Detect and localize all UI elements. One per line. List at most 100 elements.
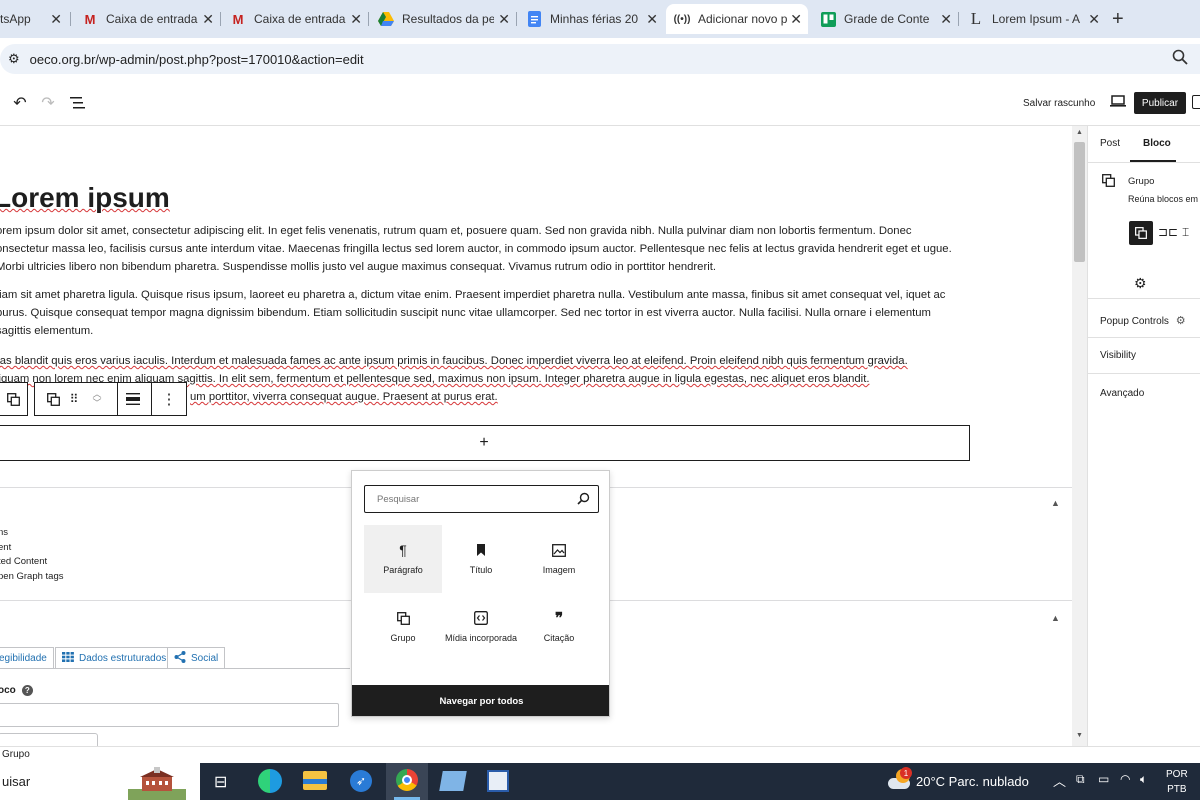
tab-trello[interactable]: Grade de Conte ✕ [812,4,958,34]
publish-button[interactable]: Publicar [1134,92,1186,114]
document-overview-icon[interactable] [64,90,92,116]
popup-controls-panel[interactable]: Popup Controls ⚙ [1100,314,1186,327]
meta-item[interactable]: pen Graph tags [0,570,64,585]
settings-panel-icon[interactable] [1192,95,1200,109]
more-options-icon[interactable]: ⋮ [155,383,183,415]
close-icon[interactable]: ✕ [498,11,510,28]
tab-active-wp[interactable]: ((•)) Adicionar novo p ✕ [666,4,808,34]
collapse-icon[interactable]: ▲ [1051,498,1060,508]
save-draft-button[interactable]: Salvar rascunho [1023,98,1095,109]
meta-item[interactable]: ted Content [0,555,64,570]
tab-title: Resultados da pe [402,12,494,26]
taskbar-search[interactable]: uisar [0,763,200,800]
meet-now-icon[interactable]: ⧉ [1076,772,1085,787]
snipping-tool-icon[interactable] [487,770,509,792]
file-explorer-icon[interactable] [303,771,327,790]
editor-canvas: Lorem ipsum orem ipsum dolor sit amet, c… [0,126,1072,746]
advanced-panel[interactable]: Avançado [1100,388,1144,399]
site-settings-icon[interactable]: ⚙ [8,51,20,67]
variation-row-icon[interactable]: ⊐⊏ [1158,225,1178,239]
inserter-item-group[interactable]: Grupo [364,593,442,661]
notes-app-icon[interactable] [439,771,467,791]
meta-item[interactable]: ent [0,541,64,556]
tab-title: Adicionar novo p [698,12,788,26]
inserter-item-paragraph[interactable]: ¶ Parágrafo [364,525,442,593]
volume-icon[interactable]: 🔈︎ [1140,772,1147,787]
drag-handle-icon[interactable]: ⠿ [65,383,83,415]
lipsum-icon: L [970,9,982,28]
inserter-item-image[interactable]: Imagem [520,525,598,593]
tab-gmail-2[interactable]: M Caixa de entrada ✕ [222,4,368,34]
inserter-item-quote[interactable]: ❞ Citação [520,593,598,661]
scrollbar-thumb[interactable] [1074,142,1085,262]
close-icon[interactable]: ✕ [940,11,952,28]
new-tab-button[interactable]: + [1112,8,1124,31]
canvas-scrollbar[interactable]: ▲ ▼ [1072,126,1087,746]
tab-drive[interactable]: Resultados da pe ✕ [370,4,516,34]
close-icon[interactable]: ✕ [202,11,214,28]
task-view-icon[interactable]: ⊟ [214,772,227,792]
safari-like-icon[interactable]: ➶ [350,770,372,792]
meta-item[interactable]: ns [0,526,64,541]
paragraph-block-1[interactable]: orem ipsum dolor sit amet, consectetur a… [0,222,966,276]
zoom-icon[interactable] [1172,49,1188,69]
tab-block[interactable]: Bloco [1143,138,1171,149]
search-highlight-icon [128,767,186,800]
breadcrumb-item[interactable]: Grupo [2,749,30,760]
paragraph-block-2[interactable]: tiam sit amet pharetra ligula. Quisque r… [0,286,966,340]
chevron-up-icon[interactable]: ︿ [1053,771,1066,790]
parent-block-toolbar [0,382,28,416]
close-icon[interactable]: ✕ [646,11,658,28]
move-up-down-icon[interactable]: ︿ ﹀ [87,383,107,415]
tab-whatsapp[interactable]: tsApp ✕ [0,4,68,34]
tab-title: Minhas férias 20 [550,12,639,26]
group-icon[interactable] [0,383,26,415]
collapse-icon[interactable]: ▲ [1051,613,1060,623]
secondary-button[interactable] [0,733,98,746]
inserter-item-heading[interactable]: Título [442,525,520,593]
close-icon[interactable]: ✕ [790,11,802,28]
align-icon[interactable] [119,383,147,415]
weather-icon[interactable]: 1 [886,767,912,793]
edge-icon[interactable] [258,769,282,793]
chrome-taskbar-button[interactable] [386,763,428,800]
visibility-panel[interactable]: Visibility [1100,350,1136,361]
gear-icon[interactable]: ⚙ [1134,275,1147,292]
close-icon[interactable]: ✕ [1088,11,1100,28]
url-text[interactable]: oeco.org.br/wp-admin/post.php?post=17001… [30,52,364,67]
browse-all-button[interactable]: Navegar por todos [352,685,609,716]
preview-icon[interactable] [1110,95,1126,113]
tab-social[interactable]: Social [167,647,226,669]
battery-icon[interactable]: ▭ [1098,772,1109,786]
url-box[interactable]: ⚙ oeco.org.br/wp-admin/post.php?post=170… [0,44,1200,74]
close-icon[interactable]: ✕ [50,11,62,28]
tab-docs[interactable]: Minhas férias 20 ✕ [518,4,664,34]
add-block-button[interactable]: + [0,425,970,461]
wifi-icon[interactable]: ◠ [1120,772,1130,786]
inserter-search-input[interactable]: Pesquisar [364,485,599,513]
undo-icon[interactable]: ↶ [6,90,34,116]
tab-gmail-1[interactable]: M Caixa de entrada ✕ [74,4,220,34]
close-icon[interactable]: ✕ [350,11,362,28]
variation-group-button[interactable] [1129,221,1153,245]
paragraph-block-3-line-1[interactable]: ras blandit quis eros varius iaculis. In… [0,352,966,370]
post-title[interactable]: Lorem ipsum [0,182,170,214]
variation-stack-icon[interactable]: ⌶ [1182,225,1189,240]
chrome-icon [396,769,418,791]
redo-icon[interactable]: ↷ [34,90,62,116]
tab-structured-data[interactable]: Dados estruturados [55,647,174,669]
group-icon[interactable] [39,383,67,415]
quote-icon: ❞ [554,610,564,627]
help-icon[interactable]: ? [21,685,33,696]
tab-post[interactable]: Post [1100,138,1120,149]
search-icon [577,492,590,510]
inserter-item-embed[interactable]: Mídia incorporada [442,593,520,661]
paragraph-block-3-line-3[interactable]: um porttitor, viverra consequat augue. P… [190,388,590,406]
language-indicator[interactable]: POR PTB [1166,767,1188,797]
group-icon [1102,174,1115,192]
focus-keyphrase-input[interactable] [0,703,339,727]
tab-lipsum[interactable]: L Lorem Ipsum - A ✕ [960,4,1106,34]
weather-text[interactable]: 20°C Parc. nublado [916,774,1029,789]
tab-readability[interactable]: egibilidade [0,647,54,669]
address-bar: ⚙ oeco.org.br/wp-admin/post.php?post=170… [0,38,1200,80]
